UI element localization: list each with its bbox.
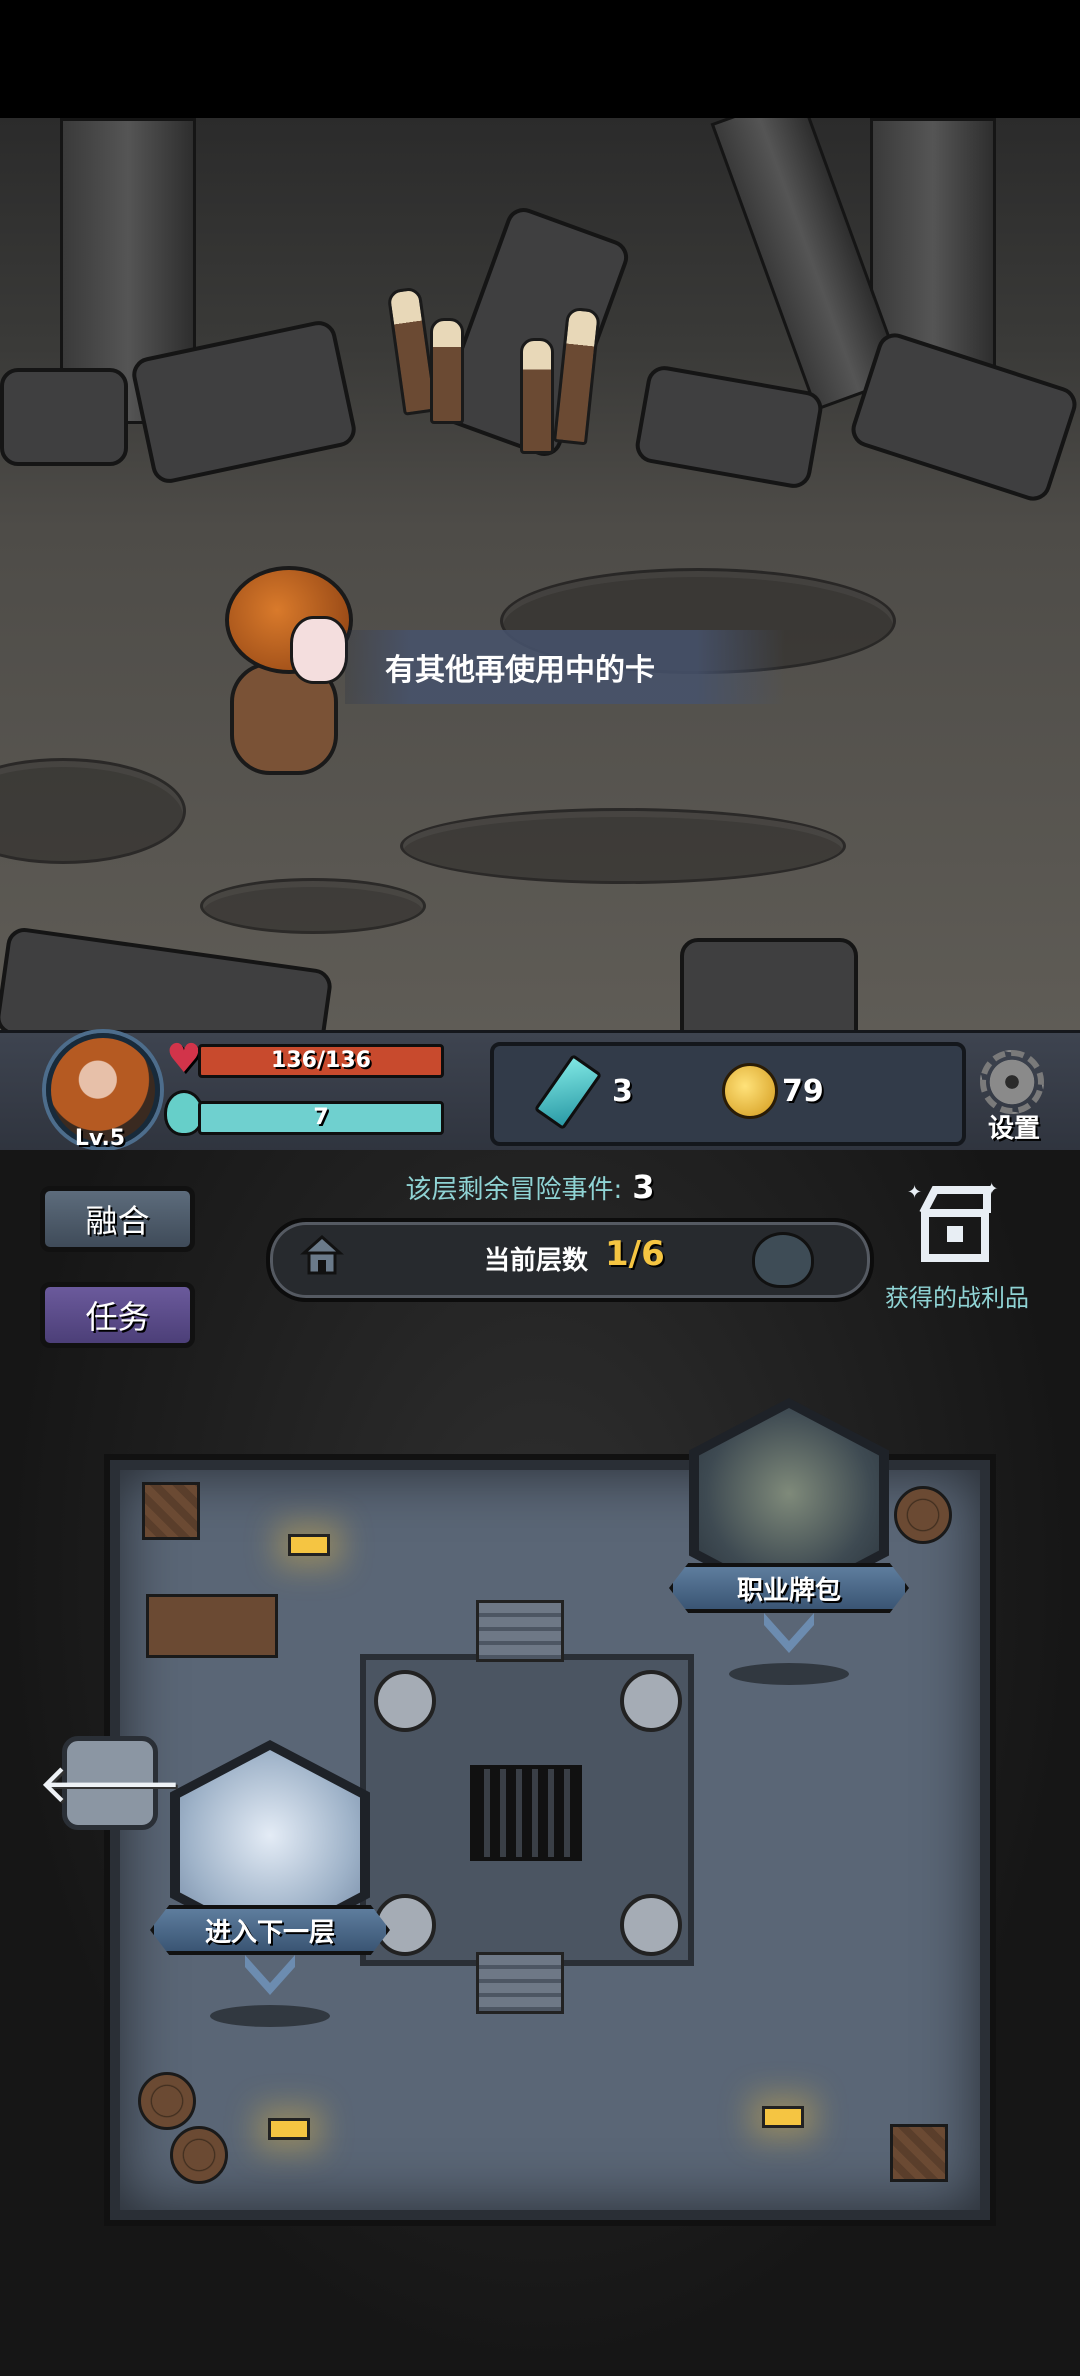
wall-lamp <box>762 2106 804 2128</box>
coin-count: 79 <box>782 1074 824 1109</box>
demon-icon <box>752 1232 814 1288</box>
loot-chest-icon[interactable]: ✦ ✦ <box>905 1178 1005 1268</box>
platform-corner <box>620 1894 682 1956</box>
dialog-text: 有其他再使用中的卡 <box>385 653 655 688</box>
mp-bar: 7 <box>198 1101 444 1135</box>
mp-value: 7 <box>313 1105 329 1130</box>
battle-scene <box>0 118 1080 1030</box>
crate <box>890 2124 948 2182</box>
crate <box>142 1482 200 1540</box>
gear-icon[interactable] <box>980 1050 1044 1114</box>
job-pack-node[interactable]: 职业牌包 <box>669 1398 909 1685</box>
rock <box>0 368 128 466</box>
wall-lamp <box>288 1534 330 1556</box>
top-black-band <box>0 0 1080 118</box>
crater <box>0 758 186 864</box>
heart-icon: ♥ <box>166 1036 202 1082</box>
house-icon <box>300 1234 344 1275</box>
hero-face <box>290 616 348 684</box>
hp-bar: 136/136 <box>198 1044 444 1078</box>
current-floor-value: 1/6 <box>605 1234 665 1274</box>
wooden-stake <box>520 338 554 454</box>
dialog-bubble: 有其他再使用中的卡 <box>345 630 785 704</box>
stairs <box>476 1952 564 2014</box>
wooden-stake <box>430 318 464 424</box>
task-label: 任务 <box>85 1298 150 1336</box>
crater <box>400 808 846 884</box>
svg-text:✦: ✦ <box>985 1179 998 1198</box>
chevron-down-icon <box>245 1955 295 1995</box>
chevron-down-icon <box>764 1613 814 1653</box>
platform-corner <box>374 1670 436 1732</box>
pumpkin-hero <box>220 566 353 786</box>
barrel <box>170 2126 228 2184</box>
events-label: 该层剩余冒险事件: <box>405 1175 623 1205</box>
hp-value: 136/136 <box>271 1048 371 1073</box>
current-floor-label: 当前层数 <box>484 1246 589 1276</box>
fuse-label: 融合 <box>85 1202 150 1240</box>
next-floor-node[interactable]: 进入下一层 <box>150 1740 390 2027</box>
next-floor-label: 进入下一层 <box>150 1905 390 1955</box>
wall-lamp <box>268 2118 310 2140</box>
bed <box>146 1594 278 1658</box>
player-level: Lv.5 <box>74 1126 126 1151</box>
stairs <box>476 1600 564 1662</box>
crystal-count: 3 <box>612 1074 633 1109</box>
foreground-debris <box>0 925 334 1030</box>
back-button[interactable]: 🡐 <box>38 1736 182 1830</box>
back-arrow-icon: 🡐 <box>37 1751 183 1815</box>
node-shadow <box>210 2005 330 2027</box>
node-shadow <box>729 1663 849 1685</box>
floor-grate <box>470 1765 582 1861</box>
settings-button[interactable]: 设置 <box>988 1108 1040 1145</box>
rock <box>846 328 1080 506</box>
barrel <box>894 1486 952 1544</box>
crater <box>200 878 426 934</box>
svg-text:✦: ✦ <box>907 1182 922 1203</box>
fuse-button[interactable]: 融合 <box>40 1186 195 1252</box>
task-button[interactable]: 任务 <box>40 1282 195 1348</box>
job-pack-label: 职业牌包 <box>669 1563 909 1613</box>
foreground-debris <box>680 938 858 1030</box>
events-count: 3 <box>632 1168 655 1206</box>
coin-icon <box>722 1063 778 1119</box>
rock <box>632 363 826 491</box>
remaining-events: 该层剩余冒险事件: 3 <box>330 1168 730 1206</box>
platform-corner <box>620 1670 682 1732</box>
loot-button[interactable]: 获得的战利品 <box>885 1278 1029 1313</box>
barrel <box>138 2072 196 2130</box>
